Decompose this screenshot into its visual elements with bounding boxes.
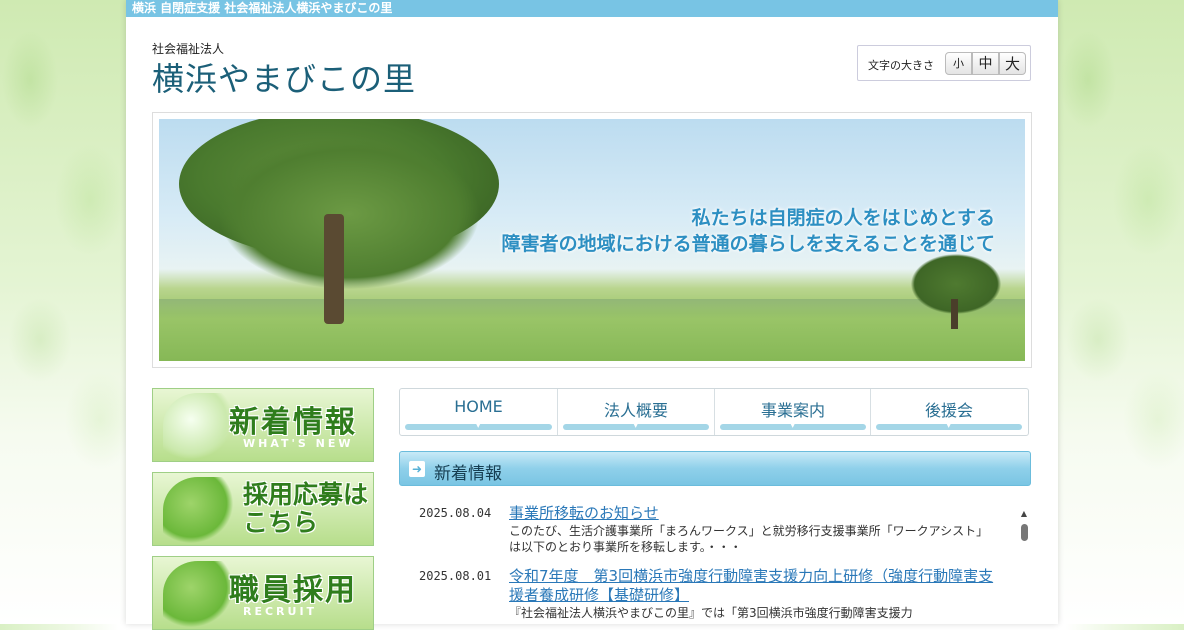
- banner-subtitle: WHAT'S NEW: [243, 437, 354, 450]
- banner-subtitle: RECRUIT: [243, 605, 318, 618]
- news-date: 2025.08.04: [419, 506, 492, 520]
- hero-message-line-2: 障害者の地域における普通の暮らしを支えることを通じて: [501, 233, 995, 255]
- leaf-background-right: [1058, 0, 1184, 624]
- recruit-banner[interactable]: 職員採用 RECRUIT: [152, 556, 374, 630]
- whats-new-banner[interactable]: 新着情報 WHAT'S NEW: [152, 388, 374, 462]
- site-title[interactable]: 横浜やまびこの里: [152, 54, 416, 100]
- arrow-right-icon: ➜: [409, 461, 425, 477]
- global-nav: HOME ▼ 法人概要 ▼ 事業案内 ▼ 後援会 ▼: [399, 388, 1029, 436]
- font-size-label: 文字の大きさ: [868, 59, 934, 72]
- news-heading-bar: ➜ 新着情報: [399, 451, 1031, 486]
- news-title-link[interactable]: 事業所移転のお知らせ: [509, 504, 999, 523]
- banner-title-line-2: こちら: [243, 508, 319, 537]
- leaf-icon: [163, 477, 233, 543]
- news-excerpt: 『社会福祉法人横浜やまびこの里』では「第3回横浜市強度行動障害支援力: [509, 606, 913, 620]
- hero-horizon: [159, 299, 1025, 319]
- news-item: 2025.08.04 事業所移転のお知らせ このたび、生活介護事業所「まろんワー…: [419, 504, 1019, 555]
- nav-item-home[interactable]: HOME ▼: [400, 389, 557, 435]
- hero-banner: 私たちは自閉症の人をはじめとする 障害者の地域における普通の暮らしを支えることを…: [152, 112, 1032, 368]
- font-size-large-button[interactable]: 大: [999, 52, 1026, 75]
- tree-canopy-image-2: [219, 139, 479, 289]
- nav-item-label: HOME: [454, 397, 503, 416]
- scroll-thumb[interactable]: [1021, 524, 1028, 541]
- down-arrow-icon: ▼: [790, 421, 796, 429]
- news-heading: 新着情報: [434, 464, 502, 484]
- banner-title: 職員採用: [229, 573, 357, 608]
- font-size-switcher: 文字の大きさ 小 中 大: [857, 45, 1031, 81]
- nav-item-services[interactable]: 事業案内 ▼: [714, 389, 871, 435]
- news-date: 2025.08.01: [419, 569, 492, 583]
- font-size-medium-button[interactable]: 中: [972, 52, 999, 75]
- news-title-link[interactable]: 令和7年度 第3回横浜市強度行動障害支援力向上研修（強度行動障害支援者養成研修【…: [509, 567, 999, 605]
- news-list[interactable]: 2025.08.04 事業所移転のお知らせ このたび、生活介護事業所「まろんワー…: [419, 504, 1019, 624]
- down-arrow-icon: ▼: [633, 421, 639, 429]
- down-arrow-icon: ▼: [946, 421, 952, 429]
- hero-message-line-1: 私たちは自閉症の人をはじめとする: [691, 207, 995, 229]
- nav-item-about[interactable]: 法人概要 ▼: [557, 389, 714, 435]
- page-container: 横浜 自閉症支援 社会福祉法人横浜やまびこの里 社会福祉法人 横浜やまびこの里 …: [126, 0, 1058, 630]
- tree-trunk-image: [324, 214, 344, 324]
- job-application-banner[interactable]: 採用応募は こちら: [152, 472, 374, 546]
- banner-title-line-1: 採用応募は: [243, 480, 369, 509]
- banner-title: 新着情報: [229, 405, 357, 440]
- scroll-up-arrow-icon[interactable]: ▲: [1019, 510, 1029, 518]
- nav-item-label: 法人概要: [603, 401, 668, 420]
- nav-item-label: 事業案内: [760, 401, 825, 420]
- news-scrollbar[interactable]: ▲: [1019, 510, 1029, 624]
- nav-item-label: 後援会: [924, 401, 973, 420]
- font-size-small-button[interactable]: 小: [945, 52, 972, 75]
- hero-message: 私たちは自閉症の人をはじめとする 障害者の地域における普通の暮らしを支えることを…: [502, 205, 995, 257]
- nav-item-supporters[interactable]: 後援会 ▼: [870, 389, 1027, 435]
- leaf-background-left: [0, 0, 126, 624]
- leaf-icon: [163, 561, 233, 627]
- small-tree-trunk: [951, 299, 958, 329]
- top-bar: 横浜 自閉症支援 社会福祉法人横浜やまびこの里: [126, 0, 1058, 17]
- leaf-icon: [163, 393, 233, 459]
- banner-title: 採用応募は こちら: [243, 481, 368, 537]
- down-arrow-icon: ▼: [475, 421, 481, 429]
- news-item: 2025.08.01 令和7年度 第3回横浜市強度行動障害支援力向上研修（強度行…: [419, 567, 1019, 621]
- hero-image: 私たちは自閉症の人をはじめとする 障害者の地域における普通の暮らしを支えることを…: [159, 119, 1025, 361]
- news-excerpt: このたび、生活介護事業所「まろんワークス」と就労移行支援事業所「ワークアシスト」…: [509, 524, 989, 554]
